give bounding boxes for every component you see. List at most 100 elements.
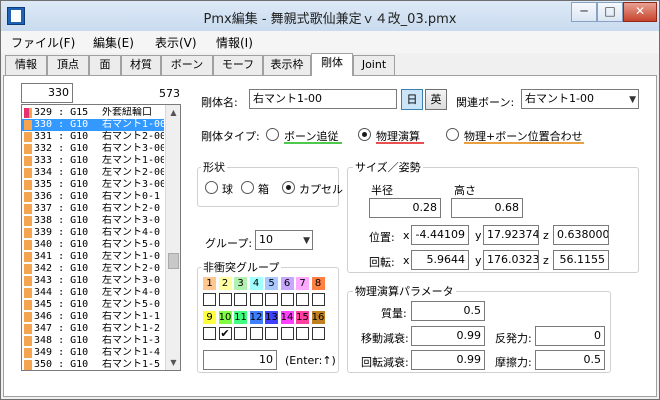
nocollide-checkbox[interactable] xyxy=(311,293,325,306)
tab-morph[interactable]: モーフ xyxy=(213,55,263,75)
close-button[interactable]: ✕ xyxy=(623,2,657,22)
list-item-name: 右マント1-1 xyxy=(102,311,161,322)
tab-material[interactable]: 材質 xyxy=(121,55,161,75)
friction-input[interactable]: 0.5 xyxy=(535,350,605,370)
tab-joint[interactable]: Joint xyxy=(353,55,395,75)
nocollide-input[interactable]: 10 xyxy=(203,350,277,370)
list-item-label: 329 : G15 xyxy=(34,107,89,118)
tab-bone[interactable]: ボーン xyxy=(161,55,213,75)
nocollide-checkbox[interactable] xyxy=(203,327,216,340)
nocollide-checkbox[interactable] xyxy=(265,327,278,340)
nocollide-checkbox[interactable] xyxy=(203,293,216,306)
list-item[interactable]: 346 : G10 右マント1-1 xyxy=(22,311,164,323)
list-item-name: 左マント4-0 xyxy=(102,287,161,298)
color-swatch xyxy=(29,228,32,238)
list-item-label: 343 : G10 xyxy=(34,275,89,286)
nocollide-checkbox[interactable] xyxy=(280,327,294,340)
list-item[interactable]: 343 : G10 左マント3-0 xyxy=(22,275,164,287)
nocollide-checkbox[interactable] xyxy=(249,293,263,306)
list-item[interactable]: 342 : G10 左マント2-0 xyxy=(22,263,164,275)
menu-view[interactable]: 表示(V) xyxy=(155,34,197,51)
pos-y-input[interactable]: 17.92374 xyxy=(483,225,539,245)
list-item[interactable]: 339 : G10 右マント4-0 xyxy=(22,227,164,239)
nocollide-checkbox[interactable] xyxy=(249,327,263,340)
shape-capsule-radio[interactable] xyxy=(282,181,295,194)
shape-sphere-radio[interactable] xyxy=(205,181,218,194)
title-bar[interactable]: Pmx編集 - 舞親式歌仙兼定ｖ４改_03.pmx ─ □ ✕ xyxy=(1,1,659,31)
rot-x-input[interactable]: 5.9644 xyxy=(411,250,469,270)
list-item[interactable]: 329 : G15 外套紐輪口 xyxy=(22,107,164,119)
list-item[interactable]: 345 : G10 左マント5-0 xyxy=(22,299,164,311)
menu-edit[interactable]: 編集(E) xyxy=(93,34,134,51)
pos-z-input[interactable]: 0.638000 xyxy=(553,225,609,245)
tab-vertex[interactable]: 頂点 xyxy=(47,55,89,75)
scroll-thumb[interactable] xyxy=(168,253,179,269)
nocollide-checkbox[interactable]: ✔ xyxy=(218,327,232,340)
type-physics-bone-radio[interactable] xyxy=(446,128,459,141)
nocollide-checkbox[interactable] xyxy=(218,293,232,306)
menu-file[interactable]: ファイル(F) xyxy=(11,34,75,51)
nocollide-checkbox[interactable] xyxy=(234,293,247,306)
scroll-up-icon[interactable]: ▲ xyxy=(166,105,180,120)
tab-rigid-body[interactable]: 剛体 xyxy=(311,53,353,76)
list-item[interactable]: 349 : G10 右マント1-4 xyxy=(22,347,164,359)
list-item-name: 右マント1-4 xyxy=(102,347,161,358)
physics-title: 物理演算パラメータ xyxy=(353,283,456,299)
type-bone-follow-radio[interactable] xyxy=(266,128,279,141)
tab-face[interactable]: 面 xyxy=(89,55,121,75)
list-item[interactable]: 347 : G10 右マント1-2 xyxy=(22,323,164,335)
menu-info[interactable]: 情報(I) xyxy=(216,34,253,51)
list-item-label: 349 : G10 xyxy=(34,347,89,358)
restitution-input[interactable]: 0 xyxy=(535,326,605,346)
list-item[interactable]: 333 : G10 左マント1-00 xyxy=(22,155,164,167)
rot-z-label: z xyxy=(543,254,549,267)
group-select[interactable]: 10 ▼ xyxy=(255,230,313,250)
list-item-label: 344 : G10 xyxy=(34,287,89,298)
type-physics-radio[interactable] xyxy=(358,128,371,141)
rot-damp-input[interactable]: 0.99 xyxy=(411,350,485,370)
list-item[interactable]: 348 : G10 右マント1-3 xyxy=(22,335,164,347)
pos-x-input[interactable]: -4.44109 xyxy=(411,225,469,245)
lang-jp-button[interactable]: 日 xyxy=(401,89,423,110)
list-item-label: 336 : G10 xyxy=(34,191,89,202)
list-item[interactable]: 344 : G10 左マント4-0 xyxy=(22,287,164,299)
list-item[interactable]: 335 : G10 左マント3-00 xyxy=(22,179,164,191)
related-bone-select[interactable]: 右マント1-00 ▼ xyxy=(521,89,639,109)
list-item-label: 335 : G10 xyxy=(34,179,89,190)
nocollide-checkbox[interactable] xyxy=(280,293,294,306)
shape-box-radio[interactable] xyxy=(241,181,254,194)
minimize-button[interactable]: ─ xyxy=(571,2,597,22)
rigid-name-input[interactable]: 右マント1-00 xyxy=(249,89,397,109)
list-item[interactable]: 331 : G10 右マント2-00 xyxy=(22,131,164,143)
nocollide-checkbox[interactable] xyxy=(265,293,278,306)
scroll-down-icon[interactable]: ▼ xyxy=(166,355,180,370)
list-item[interactable]: 336 : G10 右マント0-1 xyxy=(22,191,164,203)
rigid-body-list[interactable]: 350 : G10 右マント1-5 349 : G10 右マント1-4 348 : G1… xyxy=(21,104,181,371)
maximize-button[interactable]: □ xyxy=(597,2,623,22)
lang-en-button[interactable]: 英 xyxy=(425,89,447,110)
list-item[interactable]: 334 : G10 左マント2-00 xyxy=(22,167,164,179)
nocollide-group-number: 10 xyxy=(218,311,232,324)
list-item-label: 332 : G10 xyxy=(34,143,89,154)
radius-input[interactable]: 0.28 xyxy=(369,198,441,218)
list-item[interactable]: 350 : G10 右マント1-5 xyxy=(22,359,164,370)
list-item[interactable]: 332 : G10 右マント3-00 xyxy=(22,143,164,155)
rot-z-input[interactable]: 56.1155 xyxy=(553,250,609,270)
index-input[interactable]: 330 xyxy=(21,83,73,103)
nocollide-checkbox[interactable] xyxy=(234,327,247,340)
nocollide-checkbox[interactable] xyxy=(296,293,309,306)
nocollide-checkbox[interactable] xyxy=(311,327,325,340)
rot-y-input[interactable]: 176.0323 xyxy=(483,250,539,270)
list-scrollbar[interactable]: ▲ ▼ xyxy=(165,105,180,370)
mass-input[interactable]: 0.5 xyxy=(411,301,485,321)
nocollide-checkbox[interactable] xyxy=(296,327,309,340)
list-item[interactable]: 337 : G10 右マント2-0 xyxy=(22,203,164,215)
list-item[interactable]: 330 : G10 右マント1-00 xyxy=(22,119,164,131)
list-item[interactable]: 340 : G10 右マント5-0 xyxy=(22,239,164,251)
list-item[interactable]: 341 : G10 左マント1-0 xyxy=(22,251,164,263)
height-input[interactable]: 0.68 xyxy=(451,198,523,218)
move-damp-input[interactable]: 0.99 xyxy=(411,326,485,346)
tab-display-frame[interactable]: 表示枠 xyxy=(263,55,311,75)
tab-info[interactable]: 情報 xyxy=(5,55,47,75)
list-item[interactable]: 338 : G10 右マント3-0 xyxy=(22,215,164,227)
